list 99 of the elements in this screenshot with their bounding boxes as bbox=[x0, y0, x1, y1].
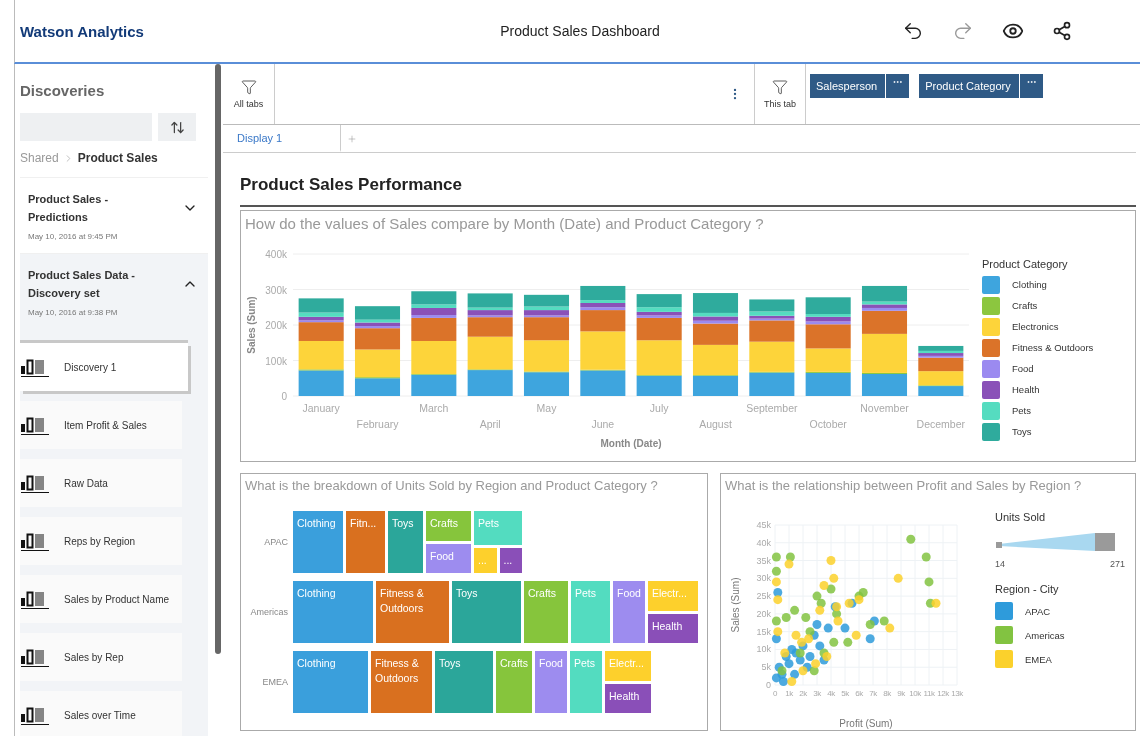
treemap-tile: Crafts bbox=[496, 651, 532, 713]
page-title: Product Sales Performance bbox=[240, 175, 1136, 207]
axis-tick-label: 0 bbox=[766, 680, 771, 690]
legend-title: Product Category bbox=[982, 258, 1069, 270]
legend-label: Health bbox=[1012, 384, 1040, 395]
dashboard-title: Product Sales Dashboard bbox=[499, 23, 661, 39]
axis-tick-label: 6k bbox=[855, 689, 863, 698]
set-date: May 10, 2016 at 9:38 PM bbox=[28, 308, 119, 317]
legend-label: Electronics bbox=[1012, 321, 1059, 332]
treemap-tile: Clothing bbox=[293, 511, 343, 573]
axis-title: Profit (Sum) bbox=[839, 718, 893, 729]
axis-tick-label: 11k bbox=[923, 689, 935, 698]
axis-tick-label: 9k bbox=[897, 689, 905, 698]
treemap-tile: Electr... bbox=[647, 581, 698, 611]
axis-tick-label: October bbox=[809, 418, 847, 430]
treemap-tile: ... bbox=[499, 548, 522, 573]
axis-tick-label: 35k bbox=[756, 555, 771, 566]
axis-tick-label: May bbox=[536, 402, 557, 414]
axis-tick-label: 10k bbox=[756, 644, 771, 655]
treemap-tile: Fitness & Outdoors bbox=[376, 581, 449, 643]
treemap-tile: Toys bbox=[435, 651, 493, 713]
sidebar-title: Discoveries bbox=[20, 82, 106, 99]
legend-label: Food bbox=[1012, 363, 1034, 374]
axis-tick-label: 400k bbox=[265, 249, 287, 260]
treemap-tile: Pets bbox=[570, 651, 602, 713]
axis-tick-label: July bbox=[649, 402, 669, 414]
treemap-tile: Pets bbox=[474, 511, 522, 545]
scale-max-label: 271 bbox=[1109, 559, 1125, 569]
chart-question: What is the relationship between Profit and Sales by Region ? bbox=[724, 477, 1083, 493]
axis-title: Month (Date) bbox=[600, 438, 662, 449]
axis-tick-label: 0 bbox=[281, 391, 287, 402]
axis-tick-label: 20k bbox=[756, 608, 771, 619]
axis-tick-label: 40k bbox=[756, 537, 771, 548]
axis-tick-label: 200k bbox=[265, 320, 287, 331]
axis-tick-label: 0 bbox=[773, 689, 777, 698]
legend-label: Fitness & Outdoors bbox=[1012, 342, 1094, 353]
chart-question: How do the values of Sales compare by Month (Date) and Product Category ? bbox=[244, 214, 765, 232]
axis-tick-label: January bbox=[302, 402, 340, 414]
axis-tick-label: November bbox=[860, 402, 909, 414]
treemap-tile: Crafts bbox=[524, 581, 568, 643]
treemap-tile: Electr... bbox=[605, 651, 651, 681]
treemap-tile: Food bbox=[535, 651, 567, 713]
axis-tick-label: 10k bbox=[909, 689, 921, 698]
legend-label: Pets bbox=[1012, 405, 1031, 416]
axis-tick-label: 5k bbox=[841, 689, 849, 698]
legend-label: Crafts bbox=[1012, 300, 1038, 311]
axis-tick-label: 12k bbox=[937, 689, 949, 698]
axis-tick-label: June bbox=[591, 418, 615, 430]
treemap-tile: Fitness & Outdoors bbox=[371, 651, 432, 713]
axis-tick-label: 5k bbox=[761, 662, 771, 673]
treemap-tile: Food bbox=[426, 543, 471, 573]
region-label: APAC bbox=[263, 537, 289, 547]
legend-label: Clothing bbox=[1012, 279, 1047, 290]
legend-label: EMEA bbox=[1025, 653, 1052, 665]
treemap-tile: Health bbox=[605, 683, 651, 713]
treemap-tile: Clothing bbox=[293, 581, 373, 643]
legend-label: Americas bbox=[1025, 629, 1065, 641]
app-name: Watson Analytics bbox=[20, 22, 145, 40]
legend-label: APAC bbox=[1025, 605, 1051, 617]
axis-tick-label: 7k bbox=[869, 689, 877, 698]
axis-tick-label: 8k bbox=[883, 689, 891, 698]
axis-tick-label: August bbox=[699, 418, 732, 430]
axis-tick-label: 15k bbox=[756, 626, 771, 637]
axis-tick-label: 30k bbox=[756, 573, 771, 584]
axis-tick-label: March bbox=[419, 402, 449, 414]
axis-tick-label: 13k bbox=[951, 689, 963, 698]
axis-tick-label: 45k bbox=[756, 520, 771, 530]
treemap-tile: Food bbox=[613, 581, 645, 643]
chart-question: What is the breakdown of Units Sold by Region and Product Category ? bbox=[244, 477, 659, 493]
axis-tick-label: 1k bbox=[785, 689, 793, 698]
treemap-tile: Toys bbox=[388, 511, 423, 573]
treemap-tile: Health bbox=[647, 613, 698, 643]
region-label: Americas bbox=[249, 607, 289, 617]
legend-title: Region - City bbox=[995, 583, 1060, 595]
axis-tick-label: December bbox=[916, 418, 966, 430]
treemap-tile: Crafts bbox=[426, 511, 471, 541]
axis-tick-label: 2k bbox=[799, 689, 807, 698]
axis-tick-label: April bbox=[479, 418, 501, 430]
set-title: Product Sales - Predictions bbox=[28, 192, 110, 225]
legend-label: Toys bbox=[1012, 426, 1032, 437]
treemap-tile: Pets bbox=[571, 581, 610, 643]
treemap-tile: ... bbox=[474, 548, 497, 573]
axis-tick-label: 100k bbox=[265, 355, 287, 367]
axis-tick-label: 300k bbox=[265, 284, 287, 296]
region-label: EMEA bbox=[261, 677, 289, 687]
axis-tick-label: September bbox=[746, 402, 798, 414]
legend-title: Units Sold bbox=[995, 511, 1047, 523]
scale-min-label: 14 bbox=[995, 559, 1005, 569]
treemap-tile: Toys bbox=[452, 581, 521, 643]
axis-tick-label: 25k bbox=[756, 591, 771, 602]
set-title: Product Sales Data - Discovery set bbox=[28, 268, 136, 301]
axis-tick-label: 4k bbox=[827, 689, 835, 698]
axis-title: Sales (Sum) bbox=[730, 577, 741, 633]
axis-title: Sales (Sum) bbox=[246, 296, 257, 354]
set-date: May 10, 2016 at 9:45 PM bbox=[28, 232, 119, 241]
axis-tick-label: 3k bbox=[813, 689, 821, 698]
treemap-tile: Fitn... bbox=[346, 511, 385, 573]
treemap-tile: Clothing bbox=[293, 651, 368, 713]
axis-tick-label: February bbox=[356, 418, 399, 430]
